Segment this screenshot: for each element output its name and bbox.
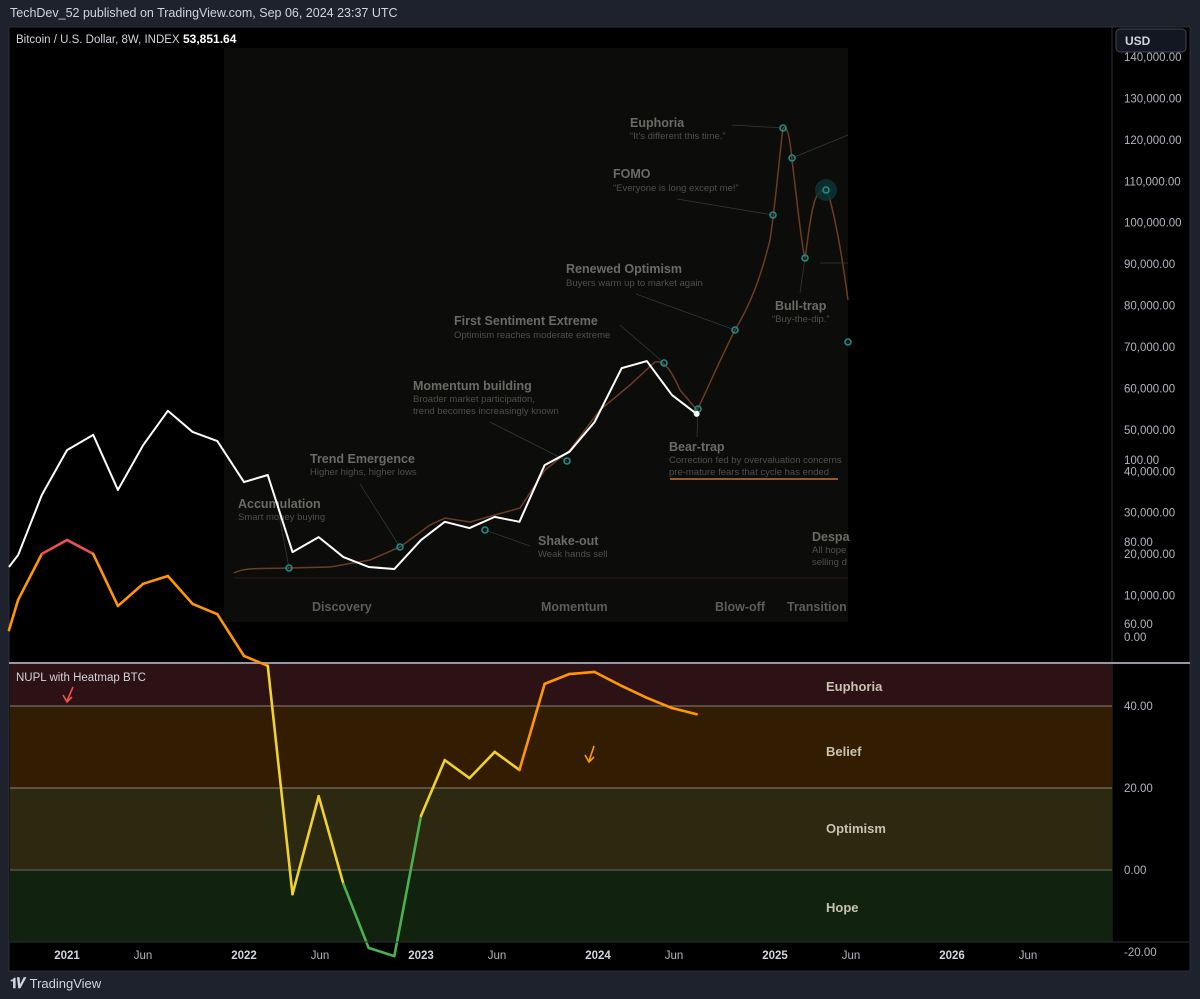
phase-label: Discovery — [312, 600, 372, 614]
currency-button[interactable]: USD — [1115, 28, 1187, 53]
currency-label: USD — [1125, 34, 1151, 48]
price-tick-label: 140,000.00 — [1124, 52, 1182, 64]
time-tick-label: 2026 — [939, 950, 965, 962]
chart-canvas[interactable]: Accumulation Smart money buying Trend Em… — [0, 0, 1200, 999]
zone-label-hope: Hope — [826, 900, 859, 915]
annotation-subtitle: “Buy-the-dip.” — [772, 314, 830, 325]
price-tick-label: 60,000.00 — [1124, 383, 1175, 395]
time-tick-label: Jun — [665, 950, 684, 962]
price-tick-label: 40,000.00 — [1124, 466, 1175, 478]
phase-label: Momentum — [541, 600, 608, 614]
price-tick-label: 130,000.00 — [1124, 93, 1182, 105]
footer: 𝟏𝑽 TradingView — [10, 975, 101, 992]
time-tick-label: Jun — [1019, 950, 1038, 962]
nupl-tick-label: 80.00 — [1124, 537, 1153, 549]
time-tick-label: Jun — [134, 950, 153, 962]
annotation-title: FOMO — [613, 167, 651, 181]
phase-label: Transition — [787, 600, 847, 614]
symbol-legend[interactable]: Bitcoin / U.S. Dollar, 8W, INDEX — [16, 34, 180, 46]
zone-euphoria — [10, 664, 1112, 706]
time-tick-label: Jun — [488, 950, 507, 962]
nupl-tick-label: 60.00 — [1124, 619, 1153, 631]
annotation-title: Trend Emergence — [310, 452, 415, 466]
annotation-subtitle: Higher highs, higher lows — [310, 467, 417, 478]
annotation-subtitle: Correction fed by overvaluation concerns — [669, 455, 842, 466]
nupl-tick-label: 20.00 — [1124, 783, 1153, 795]
annotation-subtitle: Broader market participation, — [413, 394, 535, 405]
annotation-title: Renewed Optimism — [566, 262, 682, 276]
annotation-title: Despa — [812, 530, 851, 544]
tradingview-logo-icon: 𝟏𝑽 — [10, 975, 26, 991]
price-tick-label: 20,000.00 — [1124, 549, 1175, 561]
zone-hope — [10, 870, 1112, 942]
indicator-title[interactable]: NUPL with Heatmap BTC — [16, 672, 146, 684]
price-tick-label: 100,000.00 — [1124, 218, 1182, 230]
zone-label-belief: Belief — [826, 744, 862, 759]
price-tick-label: 80,000.00 — [1124, 301, 1175, 313]
annotation-subtitle: Weak hands sell — [538, 549, 608, 560]
nupl-tick-label: -20.00 — [1124, 947, 1157, 959]
price-tick-label: 120,000.00 — [1124, 135, 1182, 147]
annotation-subtitle: All hope — [812, 545, 846, 556]
annotation-subtitle: Optimism reaches moderate extreme — [454, 330, 610, 341]
brand-name: TradingView — [29, 976, 102, 991]
time-tick-label: 2023 — [408, 950, 434, 962]
time-tick-label: Jun — [842, 950, 861, 962]
cycle-illustration-overlay: Accumulation Smart money buying Trend Em… — [224, 48, 852, 622]
nupl-tick-label: 40.00 — [1124, 701, 1153, 713]
phase-label: Blow-off — [715, 600, 766, 614]
annotation-subtitle: pre-mature fears that cycle has ended — [669, 467, 829, 478]
zone-belief — [10, 706, 1112, 788]
zone-optimism — [10, 788, 1112, 870]
zone-label-euphoria: Euphoria — [826, 679, 883, 694]
annotation-subtitle: “It's different this time.” — [630, 131, 726, 142]
time-tick-label: 2022 — [231, 950, 257, 962]
zone-label-optimism: Optimism — [826, 821, 886, 836]
annotation-title: First Sentiment Extreme — [454, 314, 598, 328]
annotation-title: Shake-out — [538, 534, 599, 548]
pane-divider[interactable] — [9, 662, 1190, 664]
price-tick-label: 90,000.00 — [1124, 259, 1175, 271]
nupl-tick-label: 0.00 — [1124, 865, 1146, 877]
annotation-subtitle: trend becomes increasingly known — [413, 406, 559, 417]
annotation-subtitle: “Everyone is long except me!” — [613, 183, 739, 194]
price-tick-label: 0.00 — [1124, 632, 1146, 644]
annotation-title: Momentum building — [413, 379, 532, 393]
price-tick-label: 50,000.00 — [1124, 425, 1175, 437]
price-tick-label: 70,000.00 — [1124, 342, 1175, 354]
time-tick-label: 2021 — [54, 950, 80, 962]
last-price: 53,851.64 — [183, 32, 237, 46]
time-tick-label: Jun — [311, 950, 330, 962]
time-tick-label: 2024 — [585, 950, 611, 962]
annotation-title: Euphoria — [630, 116, 685, 130]
highlight-marker — [815, 179, 837, 201]
price-axis[interactable]: 140,000.00 130,000.00 120,000.00 110,000.00… — [1124, 52, 1182, 644]
price-tick-label: 110,000.00 — [1124, 176, 1181, 188]
annotation-subtitle: Buyers warm up to market again — [566, 278, 703, 289]
price-tick-label: 10,000.00 — [1124, 591, 1175, 603]
nupl-tick-label: 100.00 — [1124, 455, 1159, 467]
annotation-subtitle: selling d — [812, 557, 847, 568]
annotation-title: Bear-trap — [669, 440, 725, 454]
last-price-dot — [693, 410, 700, 417]
annotation-title: Bull-trap — [775, 299, 827, 313]
time-tick-label: 2025 — [762, 950, 788, 962]
price-tick-label: 30,000.00 — [1124, 508, 1175, 520]
